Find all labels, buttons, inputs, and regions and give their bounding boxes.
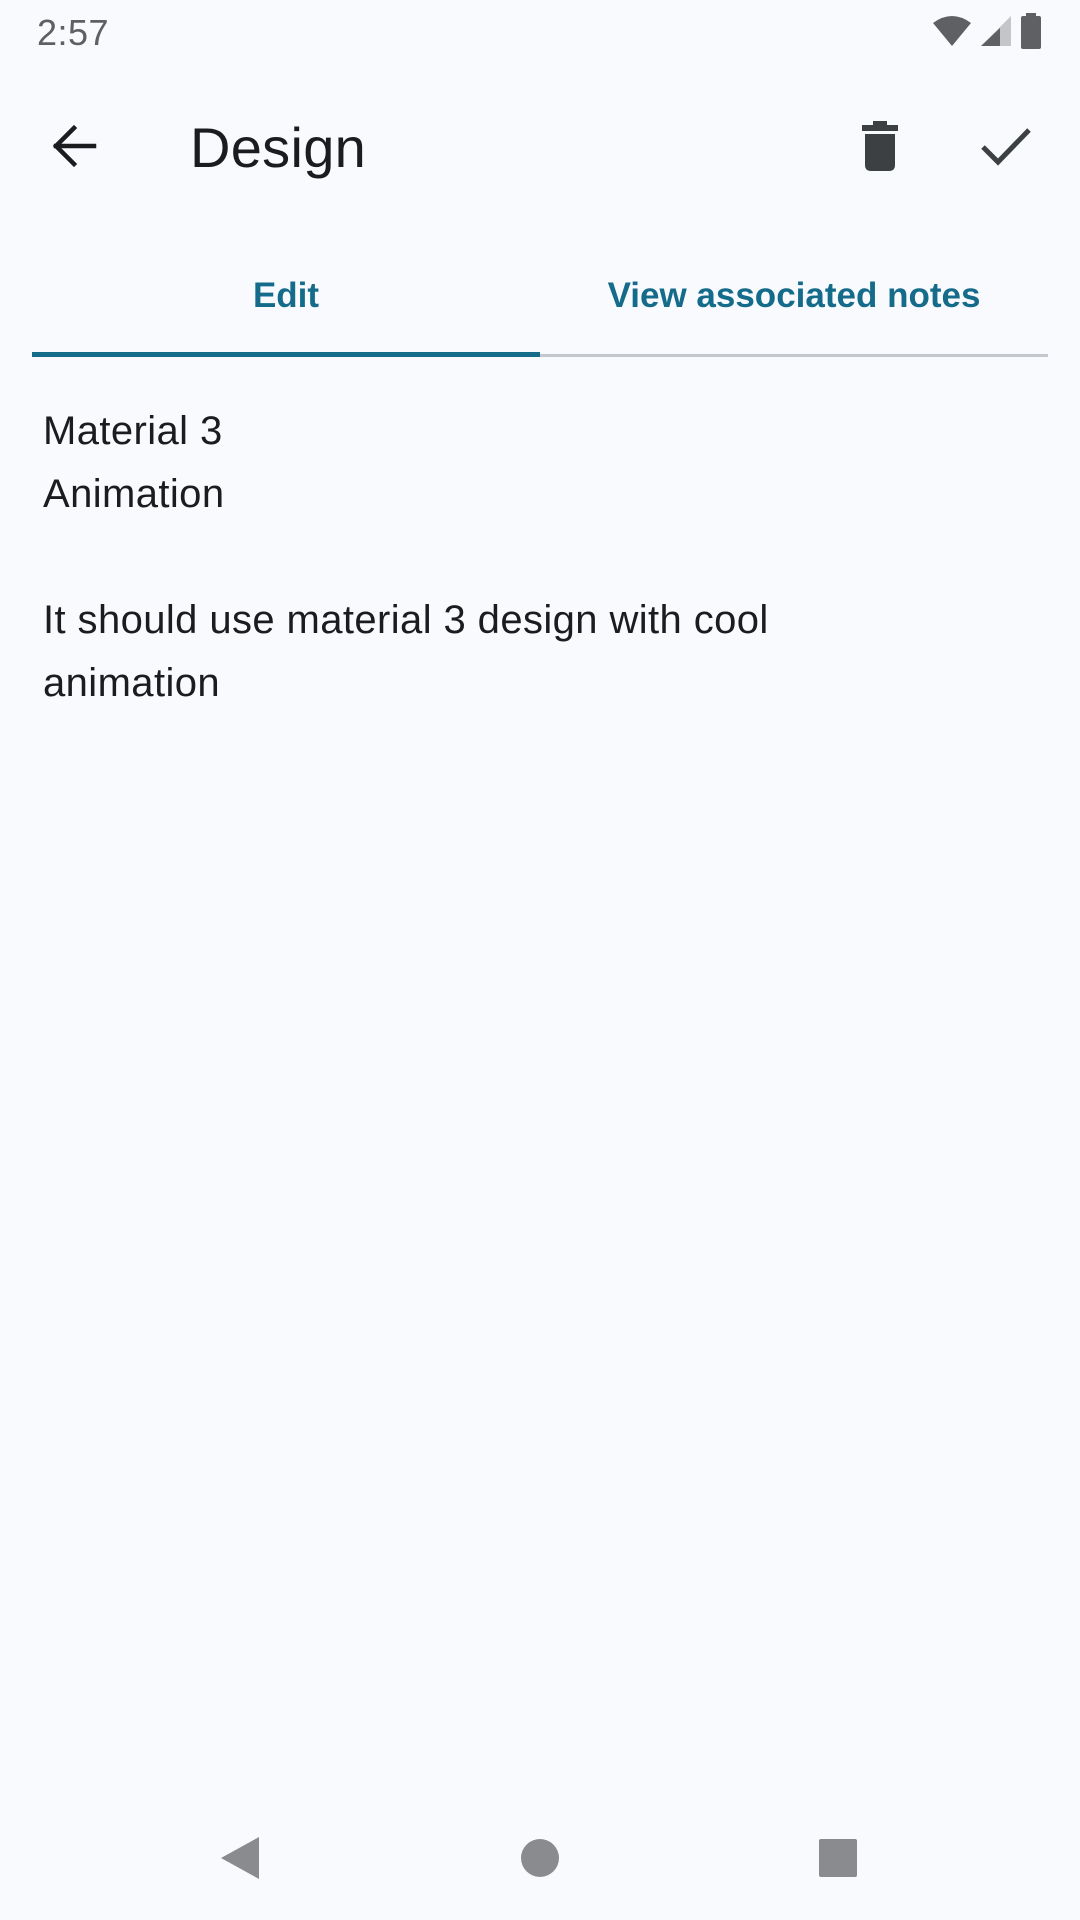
top-app-bar: Design [0,86,1080,208]
tab-indicator [32,352,540,357]
note-line: Material 3 [43,409,223,453]
wifi-icon [932,15,972,47]
back-button[interactable] [26,100,122,196]
signal-icon [980,15,1012,47]
nav-recents-button[interactable] [798,1820,878,1900]
nav-home-icon [520,1838,560,1883]
note-line: animation [43,661,221,705]
nav-home-button[interactable] [500,1820,580,1900]
tab-view-associated-notes[interactable]: View associated notes [540,236,1048,356]
tab-row: Edit View associated notes [32,236,1048,358]
battery-icon [1020,13,1042,49]
note-text-field[interactable]: Material 3 Animation It should use mater… [43,400,1033,715]
nav-recents-icon [818,1838,858,1883]
status-bar: 2:57 [0,0,1080,66]
nav-back-button[interactable] [200,1820,280,1900]
note-line: It should use material 3 design with coo… [43,598,769,642]
delete-button[interactable] [832,100,928,196]
note-line: Animation [43,472,225,516]
page-title: Design [190,116,367,179]
status-icons [932,13,1042,49]
nav-back-icon [219,1835,261,1886]
check-icon [980,125,1032,172]
save-button[interactable] [958,100,1054,196]
status-time: 2:57 [37,12,110,53]
note-blank-line [43,526,1033,589]
trash-icon [858,120,902,176]
arrow-left-icon [50,122,98,175]
tab-edit[interactable]: Edit [32,236,540,356]
system-nav-bar [0,1800,1080,1920]
